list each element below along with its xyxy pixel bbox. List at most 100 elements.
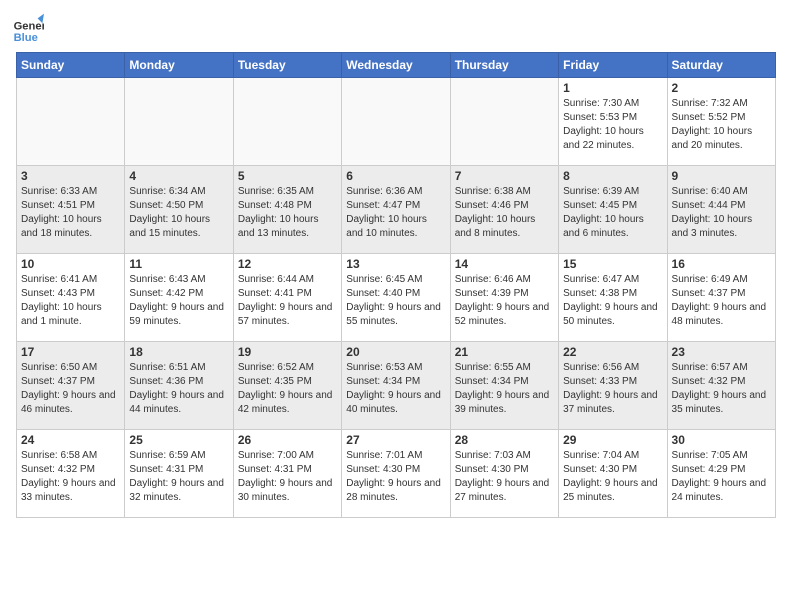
calendar-cell: 25Sunrise: 6:59 AMSunset: 4:31 PMDayligh… bbox=[125, 430, 233, 518]
day-number: 23 bbox=[672, 345, 771, 359]
calendar-cell: 12 Sunrise: 6:44 AMSunset: 4:41 PMDayligh… bbox=[233, 254, 341, 342]
calendar-week-row: 1 Sunrise: 7:30 AMSunset: 5:53 PMDaylight… bbox=[17, 78, 776, 166]
day-number: 16 bbox=[672, 257, 771, 271]
page-header: General Blue bbox=[0, 0, 792, 52]
day-number: 13 bbox=[346, 257, 445, 271]
calendar-cell: 15 Sunrise: 6:47 AMSunset: 4:38 PMDayligh… bbox=[559, 254, 667, 342]
calendar-week-row: 24 Sunrise: 6:58 AMSunset: 4:32 PMDayligh… bbox=[17, 430, 776, 518]
calendar-cell: 28 Sunrise: 7:03 AMSunset: 4:30 PMDayligh… bbox=[450, 430, 558, 518]
calendar-cell: 3 Sunrise: 6:33 AMSunset: 4:51 PMDaylight… bbox=[17, 166, 125, 254]
calendar-header-tuesday: Tuesday bbox=[233, 53, 341, 78]
day-info: Sunrise: 7:04 AMSunset: 4:30 PMDaylight:… bbox=[563, 449, 662, 505]
day-number: 10 bbox=[21, 257, 120, 271]
svg-text:Blue: Blue bbox=[14, 32, 38, 44]
calendar-cell: 22Sunrise: 6:56 AMSunset: 4:33 PMDayligh… bbox=[559, 342, 667, 430]
day-number: 5 bbox=[238, 169, 337, 183]
calendar-cell: 4Sunrise: 6:34 AMSunset: 4:50 PMDaylight… bbox=[125, 166, 233, 254]
day-info: Sunrise: 6:59 AMSunset: 4:31 PMDaylight:… bbox=[129, 449, 228, 505]
day-number: 30 bbox=[672, 433, 771, 447]
calendar-header-saturday: Saturday bbox=[667, 53, 775, 78]
calendar-cell: 7 Sunrise: 6:38 AMSunset: 4:46 PMDaylight… bbox=[450, 166, 558, 254]
logo-icon: General Blue bbox=[12, 12, 44, 44]
day-number: 28 bbox=[455, 433, 554, 447]
calendar-cell: 8 Sunrise: 6:39 AMSunset: 4:45 PMDaylight… bbox=[559, 166, 667, 254]
calendar-cell: 18 Sunrise: 6:51 AMSunset: 4:36 PMDayligh… bbox=[125, 342, 233, 430]
day-number: 18 bbox=[129, 345, 228, 359]
calendar-cell: 11 Sunrise: 6:43 AMSunset: 4:42 PMDayligh… bbox=[125, 254, 233, 342]
calendar-cell: 21Sunrise: 6:55 AMSunset: 4:34 PMDayligh… bbox=[450, 342, 558, 430]
day-number: 12 bbox=[238, 257, 337, 271]
calendar-cell: 19Sunrise: 6:52 AMSunset: 4:35 PMDayligh… bbox=[233, 342, 341, 430]
day-number: 26 bbox=[238, 433, 337, 447]
calendar-cell bbox=[17, 78, 125, 166]
day-info: Sunrise: 6:43 AMSunset: 4:42 PMDaylight:… bbox=[129, 273, 228, 329]
svg-text:General: General bbox=[14, 21, 44, 33]
day-number: 3 bbox=[21, 169, 120, 183]
day-info: Sunrise: 6:58 AMSunset: 4:32 PMDaylight:… bbox=[21, 449, 120, 505]
day-info: Sunrise: 6:39 AMSunset: 4:45 PMDaylight:… bbox=[563, 185, 662, 241]
day-number: 8 bbox=[563, 169, 662, 183]
day-number: 11 bbox=[129, 257, 228, 271]
day-info: Sunrise: 6:51 AMSunset: 4:36 PMDaylight:… bbox=[129, 361, 228, 417]
calendar-cell: 9 Sunrise: 6:40 AMSunset: 4:44 PMDaylight… bbox=[667, 166, 775, 254]
calendar-header-row: SundayMondayTuesdayWednesdayThursdayFrid… bbox=[17, 53, 776, 78]
calendar-wrapper: SundayMondayTuesdayWednesdayThursdayFrid… bbox=[0, 52, 792, 518]
day-info: Sunrise: 6:34 AMSunset: 4:50 PMDaylight:… bbox=[129, 185, 228, 241]
day-number: 29 bbox=[563, 433, 662, 447]
day-info: Sunrise: 6:49 AMSunset: 4:37 PMDaylight:… bbox=[672, 273, 771, 329]
calendar-cell: 16 Sunrise: 6:49 AMSunset: 4:37 PMDayligh… bbox=[667, 254, 775, 342]
day-number: 27 bbox=[346, 433, 445, 447]
calendar-cell: 27 Sunrise: 7:01 AMSunset: 4:30 PMDayligh… bbox=[342, 430, 450, 518]
day-info: Sunrise: 6:47 AMSunset: 4:38 PMDaylight:… bbox=[563, 273, 662, 329]
day-info: Sunrise: 6:33 AMSunset: 4:51 PMDaylight:… bbox=[21, 185, 120, 241]
day-number: 21 bbox=[455, 345, 554, 359]
day-number: 19 bbox=[238, 345, 337, 359]
calendar-cell: 5 Sunrise: 6:35 AMSunset: 4:48 PMDaylight… bbox=[233, 166, 341, 254]
day-info: Sunrise: 6:45 AMSunset: 4:40 PMDaylight:… bbox=[346, 273, 445, 329]
logo: General Blue bbox=[12, 12, 48, 44]
day-info: Sunrise: 6:56 AMSunset: 4:33 PMDaylight:… bbox=[563, 361, 662, 417]
day-number: 6 bbox=[346, 169, 445, 183]
calendar-cell: 20Sunrise: 6:53 AMSunset: 4:34 PMDayligh… bbox=[342, 342, 450, 430]
calendar-week-row: 17 Sunrise: 6:50 AMSunset: 4:37 PMDayligh… bbox=[17, 342, 776, 430]
day-info: Sunrise: 6:57 AMSunset: 4:32 PMDaylight:… bbox=[672, 361, 771, 417]
day-info: Sunrise: 6:44 AMSunset: 4:41 PMDaylight:… bbox=[238, 273, 337, 329]
calendar-week-row: 3 Sunrise: 6:33 AMSunset: 4:51 PMDaylight… bbox=[17, 166, 776, 254]
calendar-cell: 24 Sunrise: 6:58 AMSunset: 4:32 PMDayligh… bbox=[17, 430, 125, 518]
day-number: 7 bbox=[455, 169, 554, 183]
calendar-cell: 1 Sunrise: 7:30 AMSunset: 5:53 PMDaylight… bbox=[559, 78, 667, 166]
day-info: Sunrise: 6:41 AMSunset: 4:43 PMDaylight:… bbox=[21, 273, 120, 329]
day-info: Sunrise: 6:40 AMSunset: 4:44 PMDaylight:… bbox=[672, 185, 771, 241]
calendar-week-row: 10 Sunrise: 6:41 AMSunset: 4:43 PMDayligh… bbox=[17, 254, 776, 342]
day-number: 9 bbox=[672, 169, 771, 183]
calendar-header-friday: Friday bbox=[559, 53, 667, 78]
calendar-cell bbox=[125, 78, 233, 166]
day-info: Sunrise: 6:35 AMSunset: 4:48 PMDaylight:… bbox=[238, 185, 337, 241]
calendar-header-thursday: Thursday bbox=[450, 53, 558, 78]
calendar-cell bbox=[233, 78, 341, 166]
calendar-cell: 6Sunrise: 6:36 AMSunset: 4:47 PMDaylight… bbox=[342, 166, 450, 254]
calendar-header-wednesday: Wednesday bbox=[342, 53, 450, 78]
day-info: Sunrise: 7:32 AMSunset: 5:52 PMDaylight:… bbox=[672, 97, 771, 153]
day-info: Sunrise: 7:00 AMSunset: 4:31 PMDaylight:… bbox=[238, 449, 337, 505]
day-info: Sunrise: 7:01 AMSunset: 4:30 PMDaylight:… bbox=[346, 449, 445, 505]
day-number: 15 bbox=[563, 257, 662, 271]
calendar-header-sunday: Sunday bbox=[17, 53, 125, 78]
day-info: Sunrise: 7:05 AMSunset: 4:29 PMDaylight:… bbox=[672, 449, 771, 505]
calendar-cell bbox=[342, 78, 450, 166]
day-number: 1 bbox=[563, 81, 662, 95]
day-info: Sunrise: 6:38 AMSunset: 4:46 PMDaylight:… bbox=[455, 185, 554, 241]
day-info: Sunrise: 6:46 AMSunset: 4:39 PMDaylight:… bbox=[455, 273, 554, 329]
calendar-cell bbox=[450, 78, 558, 166]
day-number: 14 bbox=[455, 257, 554, 271]
day-number: 24 bbox=[21, 433, 120, 447]
day-info: Sunrise: 7:03 AMSunset: 4:30 PMDaylight:… bbox=[455, 449, 554, 505]
day-info: Sunrise: 6:50 AMSunset: 4:37 PMDaylight:… bbox=[21, 361, 120, 417]
calendar-cell: 2Sunrise: 7:32 AMSunset: 5:52 PMDaylight… bbox=[667, 78, 775, 166]
day-info: Sunrise: 7:30 AMSunset: 5:53 PMDaylight:… bbox=[563, 97, 662, 153]
calendar-cell: 17 Sunrise: 6:50 AMSunset: 4:37 PMDayligh… bbox=[17, 342, 125, 430]
day-number: 17 bbox=[21, 345, 120, 359]
calendar-cell: 26 Sunrise: 7:00 AMSunset: 4:31 PMDayligh… bbox=[233, 430, 341, 518]
calendar-cell: 14 Sunrise: 6:46 AMSunset: 4:39 PMDayligh… bbox=[450, 254, 558, 342]
calendar-cell: 13 Sunrise: 6:45 AMSunset: 4:40 PMDayligh… bbox=[342, 254, 450, 342]
